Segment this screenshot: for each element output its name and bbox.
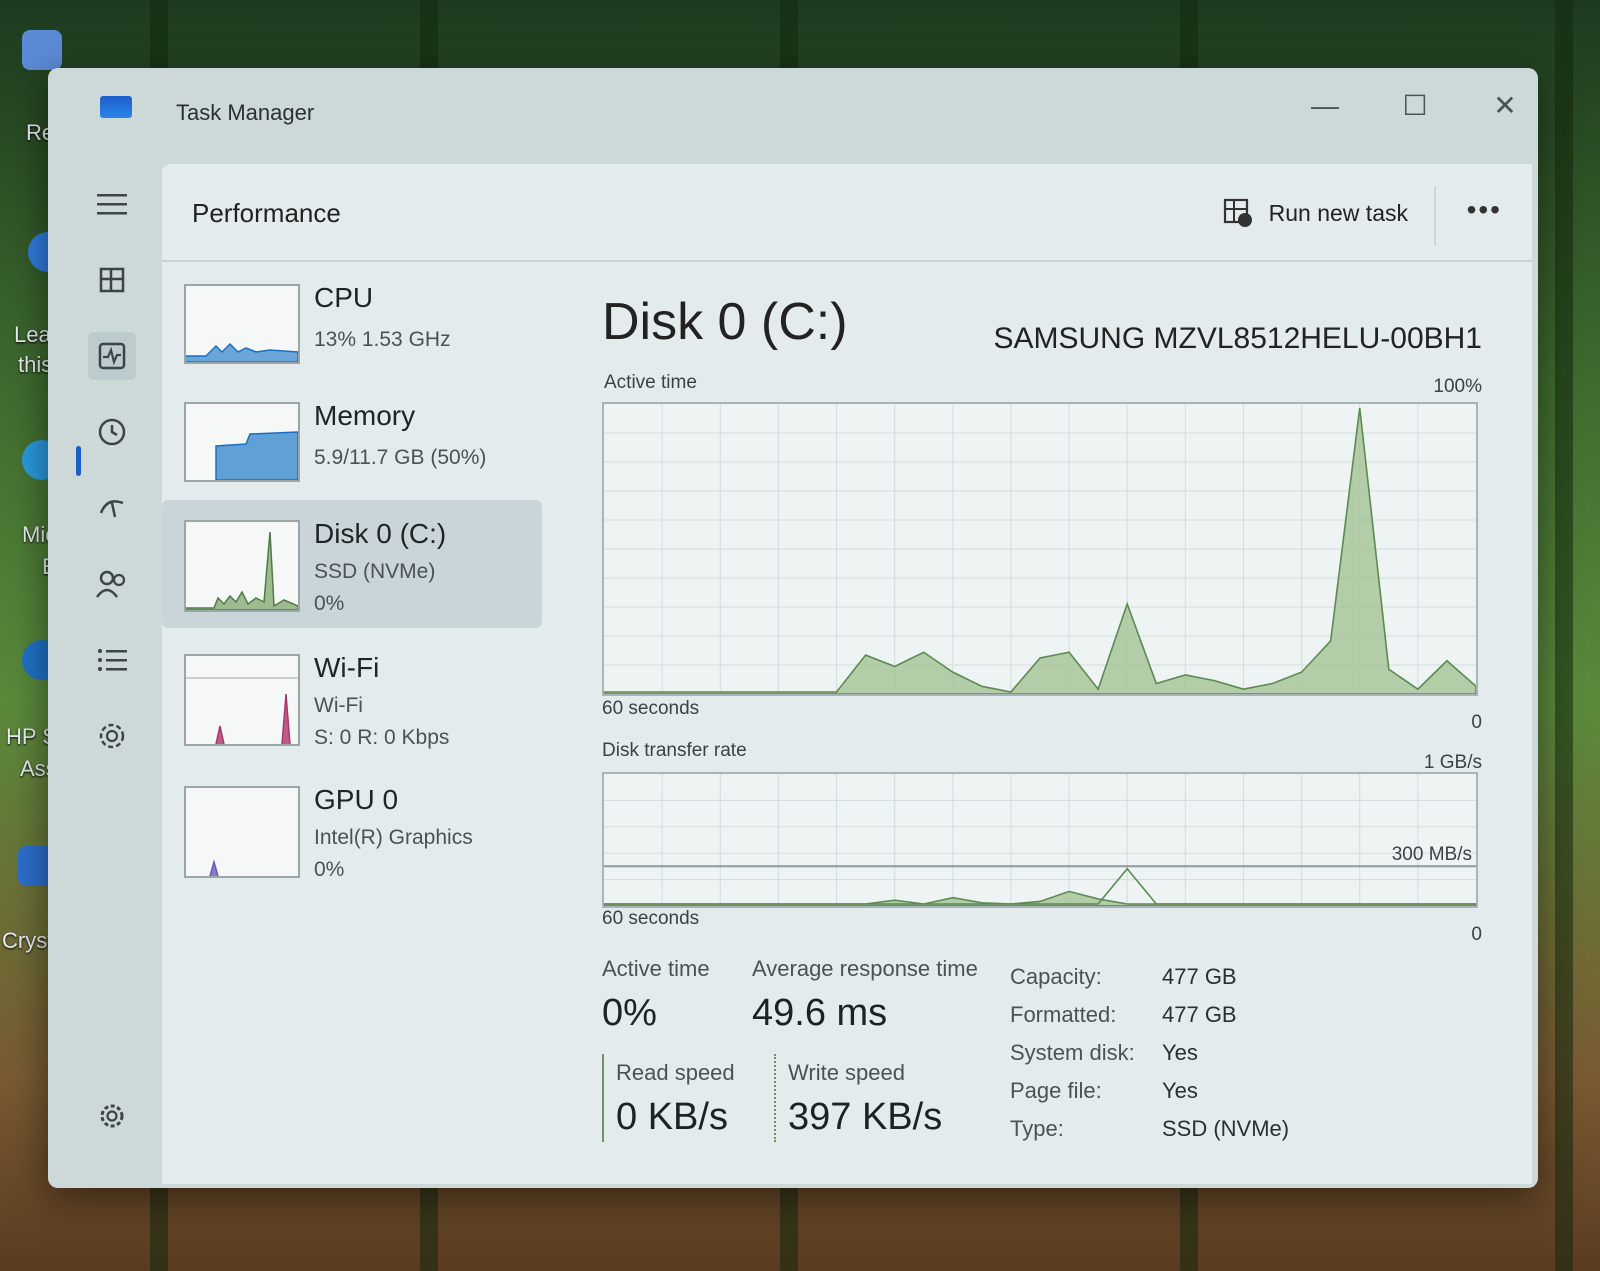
wifi-thumbnail-graph — [184, 654, 300, 746]
type-label: Type: — [1010, 1116, 1064, 1141]
menu-icon[interactable] — [88, 180, 136, 228]
task-manager-window: Task Manager — ☐ ✕ Performance Run new t… — [48, 68, 1538, 1188]
users-icon[interactable] — [88, 560, 136, 608]
read-speed-label: Read speed — [616, 1060, 735, 1085]
resource-usage: 0% — [314, 592, 345, 615]
close-button[interactable]: ✕ — [1482, 86, 1528, 126]
nav-active-indicator — [76, 446, 81, 476]
resource-name: Wi-Fi — [314, 652, 380, 683]
active-time-x-label: 60 seconds — [602, 698, 700, 719]
system-disk-value: Yes — [1162, 1040, 1198, 1065]
transfer-rate-mid-label: 300 MB/s — [1391, 844, 1472, 865]
disk-detail-pane: Disk 0 (C:) SAMSUNG MZVL8512HELU-00BH1 A… — [602, 264, 1482, 1184]
read-speed-marker — [602, 1054, 604, 1142]
performance-page: Performance Run new task ••• CPU 13% 1.5… — [162, 164, 1532, 1184]
active-time-max-label: 100% — [1433, 376, 1482, 397]
task-manager-icon — [100, 96, 132, 118]
resource-usage: S: 0 R: 0 Kbps — [314, 726, 450, 749]
active-time-chart-label: Active time — [604, 372, 697, 393]
more-options-button[interactable]: ••• — [1467, 194, 1502, 226]
app-history-icon[interactable] — [88, 408, 136, 456]
resource-name: CPU — [314, 282, 374, 313]
page-title: Performance — [192, 198, 341, 228]
write-speed-value: 397 KB/s — [788, 1096, 943, 1138]
transfer-rate-x-label: 60 seconds — [602, 908, 700, 929]
disk-thumbnail-graph — [184, 520, 300, 612]
disk-title: Disk 0 (C:) — [602, 293, 848, 351]
startup-apps-icon[interactable] — [88, 484, 136, 532]
resource-name: Disk 0 (C:) — [314, 518, 447, 549]
resource-detail: Wi-Fi — [314, 694, 363, 717]
transfer-rate-min-label: 0 — [1471, 924, 1482, 945]
capacity-label: Capacity: — [1010, 964, 1102, 989]
system-disk-label: System disk: — [1010, 1040, 1135, 1065]
resource-name: Memory — [314, 400, 416, 431]
resource-name: GPU 0 — [314, 784, 399, 815]
capacity-value: 477 GB — [1162, 964, 1237, 989]
maximize-button[interactable]: ☐ — [1392, 86, 1438, 126]
series-area-1 — [603, 867, 1477, 907]
cpu-thumbnail-graph — [184, 284, 300, 364]
details-icon[interactable] — [88, 636, 136, 684]
page-header: Performance Run new task ••• — [162, 164, 1532, 262]
resource-detail: SSD (NVMe) — [314, 560, 436, 583]
formatted-label: Formatted: — [1010, 1002, 1117, 1027]
active-time-min-label: 0 — [1471, 712, 1482, 733]
run-new-task-label: Run new task — [1268, 199, 1408, 226]
active-time-graph — [603, 404, 1477, 695]
resource-item-gpu-0[interactable]: GPU 0 Intel(R) Graphics 0% — [162, 766, 542, 894]
nav-rail — [48, 160, 160, 1188]
series-area-0 — [603, 407, 1477, 695]
transfer-rate-graph — [603, 774, 1477, 907]
transfer-rate-chart — [602, 772, 1478, 908]
resource-detail: Intel(R) Graphics — [314, 826, 473, 849]
type-value: SSD (NVMe) — [1162, 1116, 1290, 1141]
memory-thumbnail-graph — [184, 402, 300, 482]
resource-detail: 5.9/11.7 GB (50%) — [314, 446, 487, 469]
page-file-label: Page file: — [1010, 1078, 1102, 1103]
avg-response-value: 49.6 ms — [752, 992, 888, 1034]
settings-icon[interactable] — [88, 1092, 136, 1140]
transfer-rate-chart-label: Disk transfer rate — [602, 740, 747, 761]
recycle-bin-icon[interactable] — [22, 30, 62, 70]
resource-item-wifi[interactable]: Wi-Fi Wi-Fi S: 0 R: 0 Kbps — [162, 634, 542, 762]
resource-detail: 13% 1.53 GHz — [314, 328, 451, 351]
read-speed-value: 0 KB/s — [616, 1096, 728, 1138]
resource-item-disk-0[interactable]: Disk 0 (C:) SSD (NVMe) 0% — [162, 500, 542, 628]
resource-list: CPU 13% 1.53 GHz Memory 5.9/11.7 GB (50%… — [162, 264, 542, 1184]
performance-icon[interactable] — [88, 332, 136, 380]
active-time-stat-value: 0% — [602, 992, 657, 1034]
gpu-thumbnail-graph — [184, 786, 300, 878]
disk-model: SAMSUNG MZVL8512HELU-00BH1 — [993, 322, 1482, 355]
title-bar[interactable]: Task Manager — ☐ ✕ — [48, 68, 1538, 160]
background-tree — [1555, 0, 1573, 1271]
resource-usage: 0% — [314, 858, 345, 881]
active-time-chart — [602, 402, 1478, 696]
resource-item-memory[interactable]: Memory 5.9/11.7 GB (50%) — [162, 382, 542, 510]
resource-item-cpu[interactable]: CPU 13% 1.53 GHz — [162, 264, 542, 392]
formatted-value: 477 GB — [1162, 1002, 1237, 1027]
avg-response-label: Average response time — [752, 956, 978, 981]
page-file-value: Yes — [1162, 1078, 1198, 1103]
run-new-task-button[interactable]: Run new task — [1223, 198, 1408, 228]
window-title: Task Manager — [176, 100, 315, 125]
header-divider — [1434, 186, 1436, 246]
write-speed-marker — [774, 1054, 776, 1142]
services-icon[interactable] — [88, 712, 136, 760]
transfer-rate-max-label: 1 GB/s — [1423, 752, 1482, 773]
minimize-button[interactable]: — — [1302, 86, 1348, 126]
active-time-stat-label: Active time — [602, 956, 710, 981]
run-task-icon — [1223, 198, 1252, 227]
processes-icon[interactable] — [88, 256, 136, 304]
desktop-label: Cryst — [2, 928, 54, 953]
write-speed-label: Write speed — [788, 1060, 905, 1085]
